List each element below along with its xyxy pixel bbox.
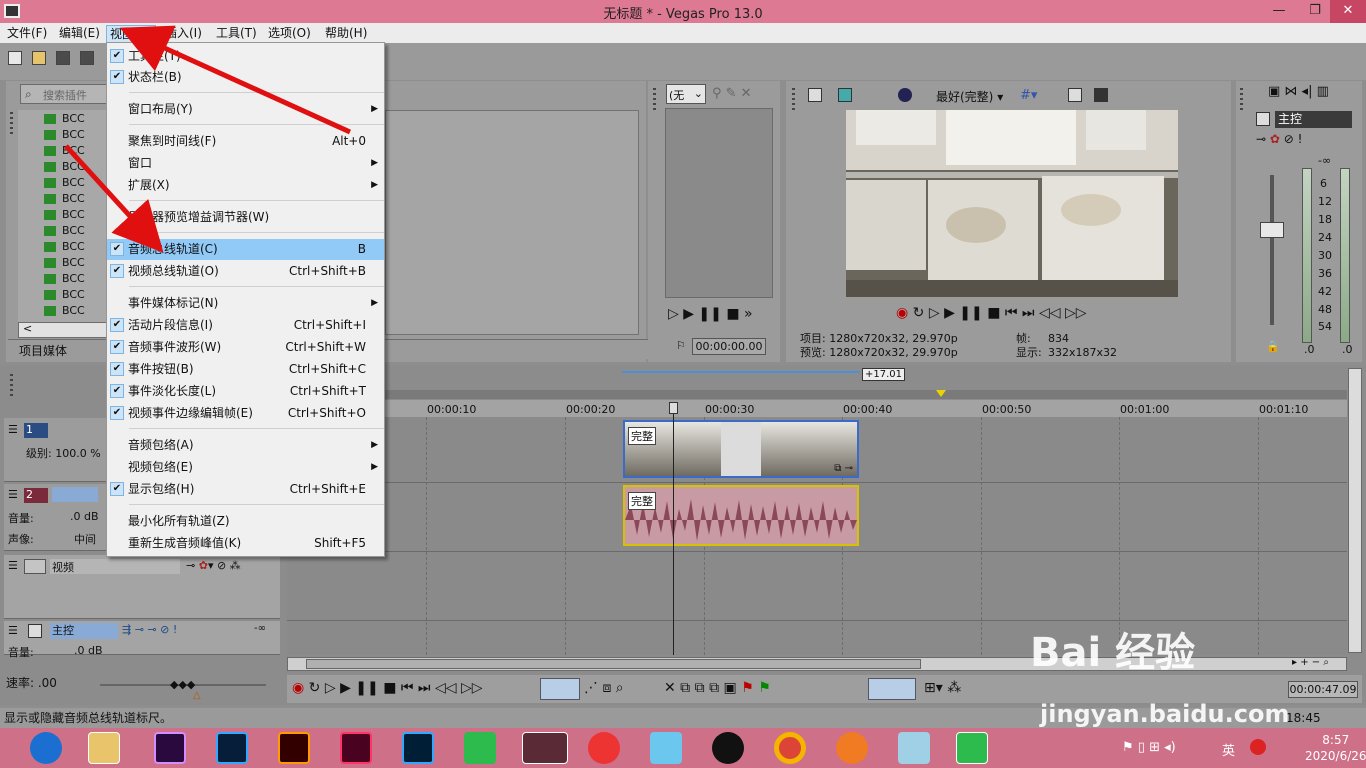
annotation-arrows — [64, 25, 352, 253]
